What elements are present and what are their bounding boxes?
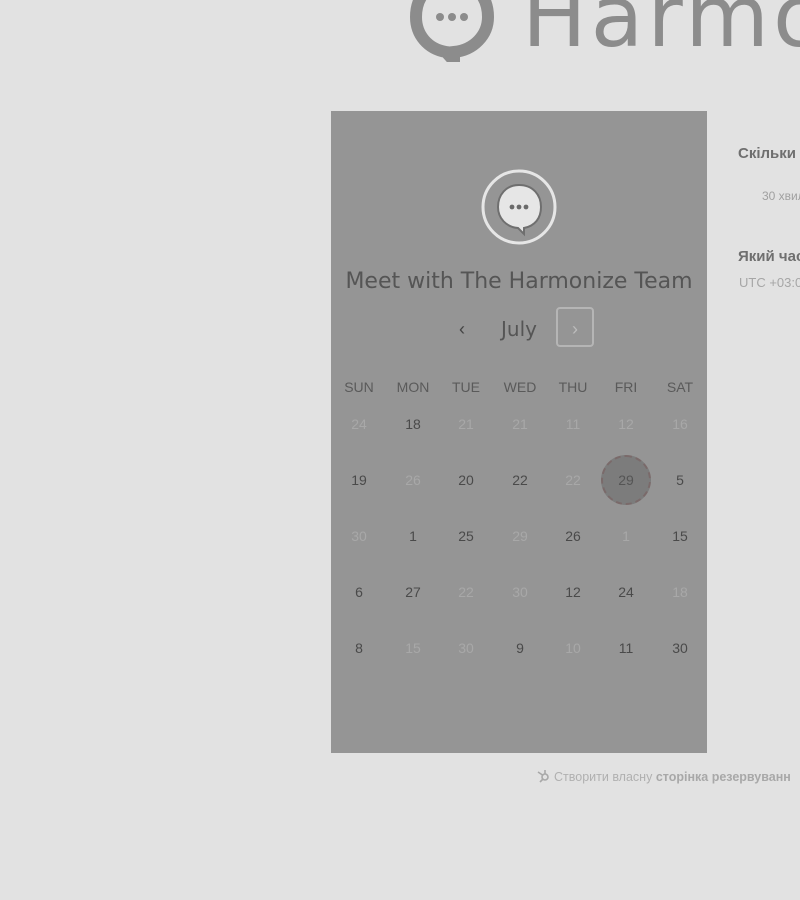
- timezone-label[interactable]: UTC +03:0: [739, 275, 800, 290]
- sprocket-icon: [537, 770, 549, 783]
- calendar-day[interactable]: 27: [388, 567, 438, 617]
- calendar-day: 1: [622, 528, 630, 544]
- calendar-day: 30: [512, 584, 528, 600]
- calendar-day[interactable]: 20: [441, 455, 491, 505]
- calendar-day[interactable]: 19: [334, 455, 384, 505]
- calendar-day[interactable]: 30: [655, 623, 705, 673]
- calendar-day: 11: [565, 416, 581, 432]
- calendar-day: 30: [458, 640, 474, 656]
- header-logo: Harmo: [410, 0, 800, 62]
- calendar-day[interactable]: 24: [601, 567, 651, 617]
- calendar-day: 21: [458, 416, 474, 432]
- footer-text: Створити власну: [554, 770, 653, 784]
- calendar-day[interactable]: 12: [548, 567, 598, 617]
- calendar-day: 21: [512, 416, 528, 432]
- calendar-grid: 24 18 21 21 11 12 16 19 26 20 22 22 29 5 30 1 25 29 26 1 15 6…: [331, 111, 707, 753]
- chat-bubble-icon: [410, 0, 494, 62]
- calendar-day[interactable]: 25: [441, 511, 491, 561]
- calendar-card: Meet with The Harmonize Team ‹ July › SU…: [331, 111, 707, 753]
- calendar-day[interactable]: 6: [334, 567, 384, 617]
- time-question: Який час: [738, 248, 800, 265]
- calendar-day[interactable]: 11: [601, 623, 651, 673]
- footer-link[interactable]: Створити власну сторінка резервуванн: [537, 769, 791, 784]
- calendar-day: 18: [672, 584, 688, 600]
- calendar-day: 22: [458, 584, 474, 600]
- calendar-day[interactable]: 18: [388, 399, 438, 449]
- calendar-day[interactable]: 26: [548, 511, 598, 561]
- footer-link-text[interactable]: сторінка резервуванн: [656, 770, 791, 784]
- calendar-day: 10: [565, 640, 581, 656]
- calendar-day[interactable]: 9: [495, 623, 545, 673]
- calendar-day: 12: [618, 416, 634, 432]
- calendar-day: 24: [351, 416, 367, 432]
- calendar-day: 30: [351, 528, 367, 544]
- calendar-day[interactable]: 1: [388, 511, 438, 561]
- calendar-day[interactable]: 5: [655, 455, 705, 505]
- calendar-day[interactable]: 8: [334, 623, 384, 673]
- calendar-day: 29: [512, 528, 528, 544]
- calendar-day: 16: [672, 416, 688, 432]
- calendar-day[interactable]: 15: [655, 511, 705, 561]
- duration-question: Скільки: [738, 145, 796, 162]
- calendar-day[interactable]: 22: [495, 455, 545, 505]
- duration-option[interactable]: 30 хвил: [762, 189, 800, 203]
- calendar-day: 22: [565, 472, 581, 488]
- calendar-day: 15: [405, 640, 421, 656]
- calendar-day: 26: [405, 472, 421, 488]
- brand-name: Harmo: [522, 0, 800, 67]
- selected-day[interactable]: 29: [601, 455, 651, 505]
